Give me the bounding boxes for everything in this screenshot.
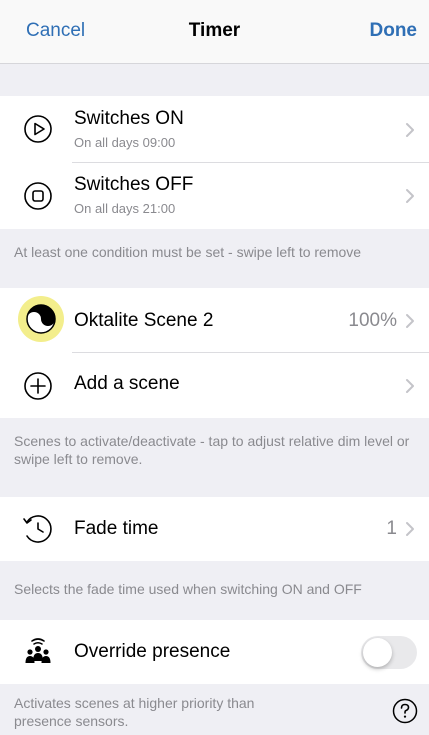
chevron-right-icon [406, 379, 414, 393]
override-presence-toggle[interactable] [361, 636, 417, 669]
stop-circle-icon [24, 182, 52, 210]
scenes-group: Oktalite Scene 2 100% Add a scene [0, 288, 429, 418]
fade-clock-icon [23, 515, 52, 543]
scene-title: Oktalite Scene 2 [74, 310, 214, 331]
navigation-bar: Cancel Timer Done [0, 0, 429, 64]
condition-subtitle: On all days 21:00 [74, 201, 176, 216]
chevron-right-icon [406, 123, 414, 137]
play-circle-icon [24, 115, 52, 143]
condition-title: Switches OFF [74, 174, 194, 195]
conditions-group: Switches ON On all days 09:00 Switches O… [0, 96, 429, 229]
condition-row-switches-on[interactable]: Switches ON On all days 09:00 [0, 96, 429, 163]
toggle-knob [363, 638, 392, 667]
condition-row-switches-off[interactable]: Switches OFF On all days 21:00 [0, 163, 429, 229]
chevron-right-icon [406, 314, 414, 328]
add-scene-row[interactable]: Add a scene [0, 353, 429, 418]
fade-time-row[interactable]: Fade time 1 [0, 497, 429, 561]
fade-time-group: Fade time 1 [0, 497, 429, 561]
scene-dim-level: 100% [348, 310, 397, 331]
chevron-right-icon [406, 522, 414, 536]
presence-people-icon [25, 638, 51, 663]
presence-footer-note: Activates scenes at higher priority than… [14, 695, 255, 729]
condition-title: Switches ON [74, 108, 184, 129]
fade-time-footer-note: Selects the fade time used when switchin… [14, 581, 362, 597]
fade-time-value: 1 [386, 518, 397, 539]
scenes-footer-note: Scenes to activate/deactivate - tap to a… [14, 433, 410, 467]
presence-group: Override presence [0, 620, 429, 684]
override-presence-row: Override presence [0, 620, 429, 684]
cancel-button[interactable]: Cancel [26, 20, 85, 42]
conditions-footer-note: At least one condition must be set - swi… [14, 244, 362, 260]
fade-time-label: Fade time [74, 518, 159, 539]
override-presence-label: Override presence [74, 641, 231, 662]
condition-subtitle: On all days 09:00 [74, 135, 176, 150]
add-scene-label: Add a scene [74, 373, 180, 394]
done-button[interactable]: Done [370, 20, 418, 42]
add-circle-icon [24, 372, 52, 400]
yin-yang-icon [26, 304, 56, 334]
scene-row-oktalite-scene-2[interactable]: Oktalite Scene 2 100% [0, 288, 429, 353]
help-icon[interactable] [392, 698, 418, 724]
chevron-right-icon [406, 189, 414, 203]
